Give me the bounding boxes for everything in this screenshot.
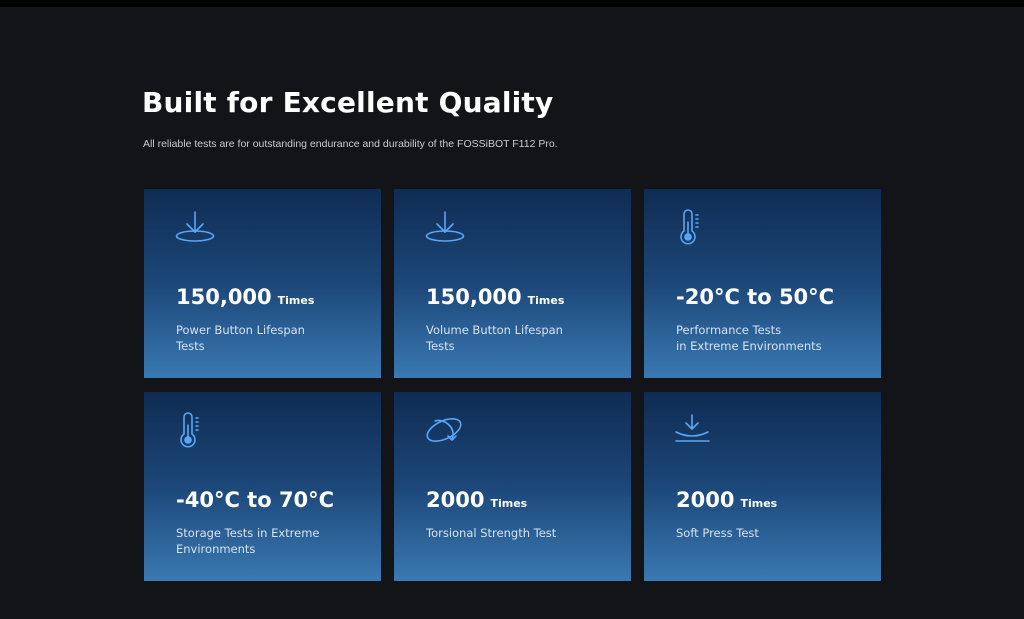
card-value-line: 2000 Times [426, 490, 527, 511]
card-description: Storage Tests in Extreme Environments [176, 526, 320, 556]
card-value-line: -20°C to 50°C [676, 287, 834, 308]
card-torsional-strength-test: 2000 Times Torsional Strength Test [394, 392, 631, 581]
card-value: 2000 [426, 488, 485, 512]
card-description: Power Button Lifespan Tests [176, 323, 305, 353]
card-description: Performance Tests in Extreme Environment… [676, 323, 822, 353]
card-description: Torsional Strength Test [426, 526, 557, 540]
card-power-button-test: 150,000 Times Power Button Lifespan Tests [144, 189, 381, 378]
card-unit: Times [740, 497, 778, 510]
section-subtitle: All reliable tests are for outstanding e… [143, 138, 558, 150]
card-value: -40°C to 70°C [176, 488, 335, 512]
press-down-icon [424, 209, 466, 245]
card-value: 150,000 [426, 285, 522, 309]
card-value-line: 150,000 Times [176, 287, 314, 308]
section-title: Built for Excellent Quality [142, 86, 554, 119]
card-unit: Times [277, 294, 315, 307]
torsion-icon [424, 412, 466, 448]
card-unit: Times [490, 497, 528, 510]
card-description: Soft Press Test [676, 526, 759, 540]
card-soft-press-test: 2000 Times Soft Press Test [644, 392, 881, 581]
card-performance-temperature-test: -20°C to 50°C Performance Tests in Extre… [644, 189, 881, 378]
card-value: 2000 [676, 488, 735, 512]
thermometer-icon [174, 412, 216, 448]
card-value-line: 150,000 Times [426, 287, 564, 308]
card-value: 150,000 [176, 285, 272, 309]
press-down-icon [174, 209, 216, 245]
test-cards-grid: 150,000 Times Power Button Lifespan Tests… [144, 189, 882, 581]
card-value-line: -40°C to 70°C [176, 490, 334, 511]
card-value-line: 2000 Times [676, 490, 777, 511]
thermometer-icon [674, 209, 716, 245]
card-unit: Times [527, 294, 565, 307]
card-description: Volume Button Lifespan Tests [426, 323, 563, 353]
soft-press-icon [674, 412, 716, 448]
card-volume-button-test: 150,000 Times Volume Button Lifespan Test… [394, 189, 631, 378]
card-value: -20°C to 50°C [676, 285, 835, 309]
card-storage-temperature-test: -40°C to 70°C Storage Tests in Extreme E… [144, 392, 381, 581]
top-edge-bar [0, 0, 1024, 7]
